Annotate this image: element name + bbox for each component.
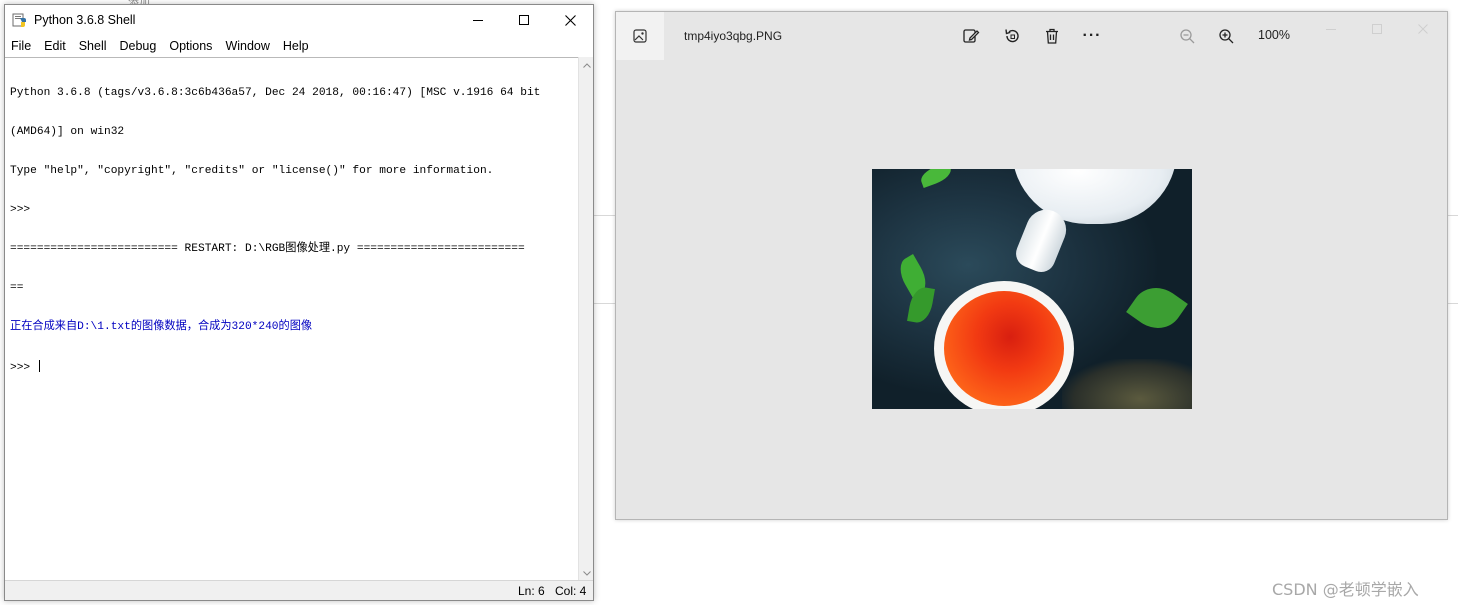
- rotate-button[interactable]: [1002, 26, 1022, 46]
- delete-button[interactable]: [1042, 26, 1062, 46]
- background-divider: [594, 215, 616, 216]
- shell-prompt-active: >>>: [10, 360, 578, 374]
- photo-viewer-window: tmp4iyo3qbg.PNG ··· 100%: [615, 11, 1448, 520]
- shell-line: (AMD64)] on win32: [10, 126, 125, 138]
- line-number: Ln: 6: [518, 584, 545, 598]
- menu-debug[interactable]: Debug: [114, 39, 164, 53]
- shell-title-bar[interactable]: Python 3.6.8 Shell: [5, 5, 593, 35]
- column-number: Col: 4: [555, 584, 587, 598]
- close-icon: [1418, 24, 1428, 34]
- zoom-in-button[interactable]: [1216, 26, 1236, 46]
- shell-title: Python 3.6.8 Shell: [34, 13, 136, 27]
- minimize-button[interactable]: [455, 5, 501, 35]
- menu-options[interactable]: Options: [163, 39, 219, 53]
- scroll-up-arrow[interactable]: [579, 57, 594, 73]
- zoom-level[interactable]: 100%: [1258, 28, 1290, 42]
- maximize-icon: [1372, 24, 1382, 34]
- menu-help[interactable]: Help: [277, 39, 316, 53]
- zoom-out-button[interactable]: [1177, 26, 1197, 46]
- collection-button[interactable]: [616, 12, 664, 60]
- restart-banner-wrap: ==: [10, 282, 24, 294]
- more-button[interactable]: ···: [1082, 26, 1102, 46]
- edit-icon: [963, 29, 980, 43]
- chevron-down-icon: [582, 570, 591, 576]
- shell-text-area[interactable]: Python 3.6.8 (tags/v3.6.8:3c6b436a57, De…: [5, 57, 578, 581]
- gallery-icon: [633, 29, 647, 43]
- chevron-up-icon: [582, 62, 591, 68]
- text-cursor: [38, 360, 41, 372]
- restart-banner: ========================= RESTART: D:\RG…: [10, 243, 525, 255]
- leaf: [918, 169, 954, 188]
- python-shell-window: Python 3.6.8 Shell File Edit Shell Debug…: [4, 4, 594, 601]
- menu-edit[interactable]: Edit: [38, 39, 73, 53]
- shell-prompt: >>>: [10, 204, 37, 216]
- tea-in-cup: [944, 291, 1064, 406]
- image-filename: tmp4iyo3qbg.PNG: [684, 29, 783, 43]
- shell-menu-bar: File Edit Shell Debug Options Window Hel…: [5, 36, 316, 56]
- menu-file[interactable]: File: [5, 39, 38, 53]
- menu-window[interactable]: Window: [219, 39, 276, 53]
- more-icon: ···: [1082, 27, 1102, 44]
- menu-shell[interactable]: Shell: [73, 39, 114, 53]
- vertical-scrollbar[interactable]: [578, 57, 593, 581]
- delete-icon: [1046, 28, 1058, 44]
- moss: [1062, 359, 1192, 409]
- viewer-minimize-button[interactable]: [1322, 20, 1340, 38]
- zoom-out-icon: [1179, 28, 1194, 43]
- watermark: CSDN @老顿学嵌入: [1272, 580, 1419, 599]
- scroll-down-arrow[interactable]: [579, 565, 594, 581]
- leaf: [1126, 277, 1188, 339]
- close-icon: [564, 14, 576, 26]
- rotate-icon: [1005, 29, 1019, 43]
- minimize-icon: [1326, 29, 1336, 30]
- prompt-text: >>>: [10, 362, 37, 374]
- viewer-close-button[interactable]: [1414, 20, 1432, 38]
- shell-line: Type "help", "copyright", "credits" or "…: [10, 165, 494, 177]
- viewer-maximize-button[interactable]: [1368, 20, 1386, 38]
- shell-line: Python 3.6.8 (tags/v3.6.8:3c6b436a57, De…: [10, 87, 541, 99]
- background-divider: [1448, 215, 1458, 216]
- viewer-toolbar: tmp4iyo3qbg.PNG ··· 100%: [616, 12, 1447, 60]
- python-icon: [12, 13, 26, 27]
- zoom-in-icon: [1218, 28, 1233, 43]
- close-button[interactable]: [547, 5, 593, 35]
- edit-button[interactable]: [961, 26, 981, 46]
- displayed-image: [872, 169, 1192, 409]
- shell-status-bar: Ln: 6 Col: 4: [5, 580, 593, 600]
- minimize-icon: [473, 20, 483, 21]
- maximize-icon: [519, 15, 529, 25]
- program-output: 正在合成来自D:\1.txt的图像数据，合成为320*240的图像: [10, 321, 313, 333]
- maximize-button[interactable]: [501, 5, 547, 35]
